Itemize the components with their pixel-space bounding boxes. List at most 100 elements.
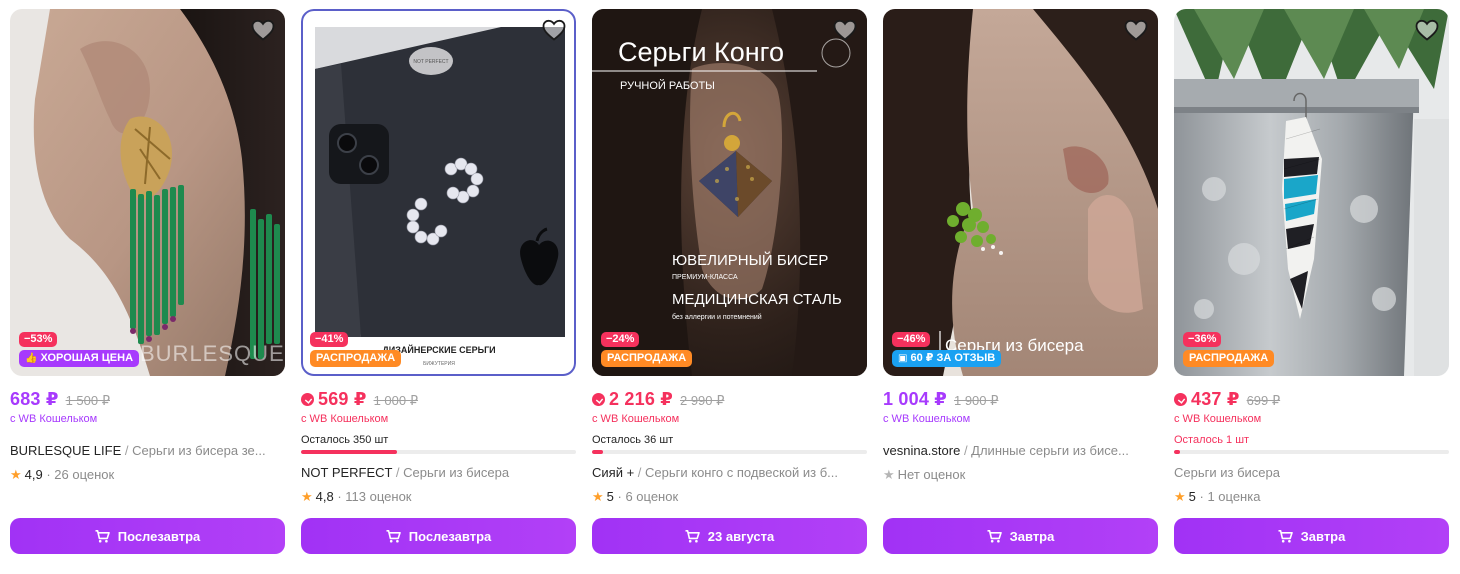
overlay-subtitle: БИЖУТЕРИЯ — [423, 361, 455, 367]
heart-icon — [1124, 19, 1148, 41]
product-card[interactable]: ДИЗАЙНЕРСКИЕ СЕРЬГИ БИЖУТЕРИЯ NOT PERFEC… — [301, 9, 576, 557]
wallet-discount-icon — [1174, 393, 1187, 406]
promo-badge: РАСПРОДАЖА — [310, 350, 402, 367]
stock-bar — [592, 450, 867, 454]
product-card[interactable]: BURLESQUE LIFE −53% 👍ХОРОШАЯ ЦЕНА 683 ₽ … — [10, 9, 285, 557]
stock-label: Осталось 1 шт — [1174, 434, 1250, 446]
product-photo: Серьги из бисера — [883, 9, 1158, 376]
star-icon: ★ — [1174, 489, 1186, 504]
promo-label: РАСПРОДАЖА — [316, 352, 396, 364]
add-to-cart-button[interactable]: 23 августа — [592, 518, 867, 554]
star-icon: ★ — [592, 489, 604, 504]
favorite-button[interactable] — [541, 18, 567, 42]
price: 569 ₽ — [318, 389, 367, 409]
product-image[interactable]: −36% РАСПРОДАЖА — [1174, 9, 1449, 376]
stock-bar — [301, 450, 576, 454]
cart-icon — [685, 529, 700, 542]
stock-fill — [592, 450, 603, 454]
product-card[interactable]: Серьги из бисера −46% ▣ 60 ₽ ЗА ОТЗЫВ 1 0… — [883, 9, 1158, 557]
star-icon: ★ — [301, 489, 313, 504]
stock-fill — [301, 450, 398, 454]
add-to-cart-button[interactable]: Послезавтра — [10, 518, 285, 554]
product-title[interactable]: Сияй + / Серьги конго с подвеской из б..… — [592, 465, 867, 481]
product-card[interactable]: −36% РАСПРОДАЖА 437 ₽ 699 ₽ с WB Кошельк… — [1174, 9, 1449, 557]
rating: ★ 5 · 6 оценок — [592, 489, 679, 504]
rating-value: 5 — [606, 489, 614, 504]
star-icon: ★ — [10, 467, 22, 482]
brand-name: NOT PERFECT — [301, 465, 393, 480]
product-photo: BURLESQUE LIFE — [10, 9, 285, 376]
price-row: 2 216 ₽ 2 990 ₽ — [592, 389, 724, 411]
wallet-label: с WB Кошельком — [1174, 413, 1262, 425]
product-card[interactable]: Серьги Конго РУЧНОЙ РАБОТЫ ЮВЕЛИРНЫЙ БИС… — [592, 9, 867, 557]
product-title[interactable]: BURLESQUE LIFE / Серьги из бисера зе... — [10, 443, 285, 459]
favorite-button[interactable] — [1123, 18, 1149, 42]
product-title[interactable]: vesnina.store / Длинные серьги из бисе..… — [883, 443, 1158, 459]
wallet-label: с WB Кошельком — [301, 413, 389, 425]
favorite-button[interactable] — [1414, 18, 1440, 42]
add-to-cart-button[interactable]: Завтра — [883, 518, 1158, 554]
product-image[interactable]: ДИЗАЙНЕРСКИЕ СЕРЬГИ БИЖУТЕРИЯ NOT PERFEC… — [301, 9, 576, 376]
wallet-discount-icon — [592, 393, 605, 406]
overlay-logo: NOT PERFECT — [413, 59, 448, 65]
stock-bar — [1174, 450, 1449, 454]
rating: ★ 4,8 · 113 оценок — [301, 489, 412, 504]
cart-icon — [95, 529, 110, 542]
reviews-count: 6 оценок — [625, 489, 679, 504]
overlay-line-2: МЕДИЦИНСКАЯ СТАЛЬ — [672, 291, 842, 308]
product-photo: Серьги Конго РУЧНОЙ РАБОТЫ ЮВЕЛИРНЫЙ БИС… — [592, 9, 867, 376]
overlay-text: BURLESQUE LIFE — [140, 341, 285, 366]
product-name: Серьги из бисера — [1174, 465, 1280, 480]
delivery-label: Послезавтра — [408, 528, 492, 544]
wallet-label: с WB Кошельком — [10, 413, 98, 425]
promo-badge: 👍 ХОРОШАЯ ЦЕНА — [19, 350, 140, 367]
rating: ★ 5 · 1 оценка — [1174, 489, 1261, 504]
old-price: 1 500 ₽ — [65, 393, 110, 408]
price: 437 ₽ — [1191, 389, 1240, 409]
old-price: 699 ₽ — [1246, 393, 1281, 408]
product-grid: BURLESQUE LIFE −53% 👍ХОРОШАЯ ЦЕНА 683 ₽ … — [10, 9, 1450, 569]
wallet-discount-icon — [301, 393, 314, 406]
heart-icon — [251, 19, 275, 41]
stock-label: Осталось 36 шт — [592, 434, 674, 446]
heart-icon — [1415, 19, 1439, 41]
favorite-button[interactable] — [832, 18, 858, 42]
stock-label: Осталось 350 шт — [301, 434, 389, 446]
reviews-count: 26 оценок — [54, 467, 115, 482]
product-title[interactable]: Серьги из бисера — [1174, 465, 1449, 481]
overlay-line-2b: без аллергии и потемнений — [672, 313, 762, 321]
product-image[interactable]: BURLESQUE LIFE −53% 👍ХОРОШАЯ ЦЕНА — [10, 9, 285, 376]
favorite-button[interactable] — [250, 18, 276, 42]
star-icon: ★ — [883, 467, 895, 482]
promo-label: ХОРОШАЯ ЦЕНА — [40, 352, 134, 364]
brand-name: Сияй + — [592, 465, 635, 480]
product-image[interactable]: Серьги Конго РУЧНОЙ РАБОТЫ ЮВЕЛИРНЫЙ БИС… — [592, 9, 867, 376]
rating-value: 5 — [1188, 489, 1196, 504]
add-to-cart-button[interactable]: Послезавтра — [301, 518, 576, 554]
product-name: Длинные серьги из бисе... — [971, 443, 1129, 458]
promo-badge: РАСПРОДАЖА — [601, 350, 693, 367]
old-price: 1 900 ₽ — [953, 393, 999, 408]
discount-badge: −41% — [310, 332, 349, 347]
thumbs-up-icon: 👍 — [25, 353, 38, 364]
brand-name: vesnina.store — [883, 443, 961, 458]
cart-icon — [987, 529, 1002, 542]
product-image[interactable]: Серьги из бисера −46% ▣ 60 ₽ ЗА ОТЗЫВ — [883, 9, 1158, 376]
product-title[interactable]: NOT PERFECT / Серьги из бисера — [301, 465, 576, 481]
overlay-line-1: ЮВЕЛИРНЫЙ БИСЕР — [672, 251, 828, 269]
price: 1 004 ₽ — [883, 389, 947, 409]
discount-badge: −46% — [892, 332, 931, 347]
heart-icon — [833, 19, 857, 41]
cart-icon — [386, 529, 401, 542]
wallet-icon: ▣ — [898, 353, 908, 364]
overlay-subtitle: РУЧНОЙ РАБОТЫ — [620, 79, 715, 92]
price-row: 437 ₽ 699 ₽ — [1174, 389, 1280, 411]
overlay-line-1b: ПРЕМИУМ-КЛАССА — [672, 274, 738, 281]
delivery-label: 23 августа — [707, 528, 775, 544]
add-to-cart-button[interactable]: Завтра — [1174, 518, 1449, 554]
discount-badge: −53% — [19, 332, 58, 347]
old-price: 2 990 ₽ — [679, 393, 725, 408]
promo-label: 60 ₽ ЗА ОТЗЫВ — [910, 352, 996, 364]
promo-label: РАСПРОДАЖА — [1189, 352, 1269, 364]
stock-fill — [1174, 450, 1180, 454]
